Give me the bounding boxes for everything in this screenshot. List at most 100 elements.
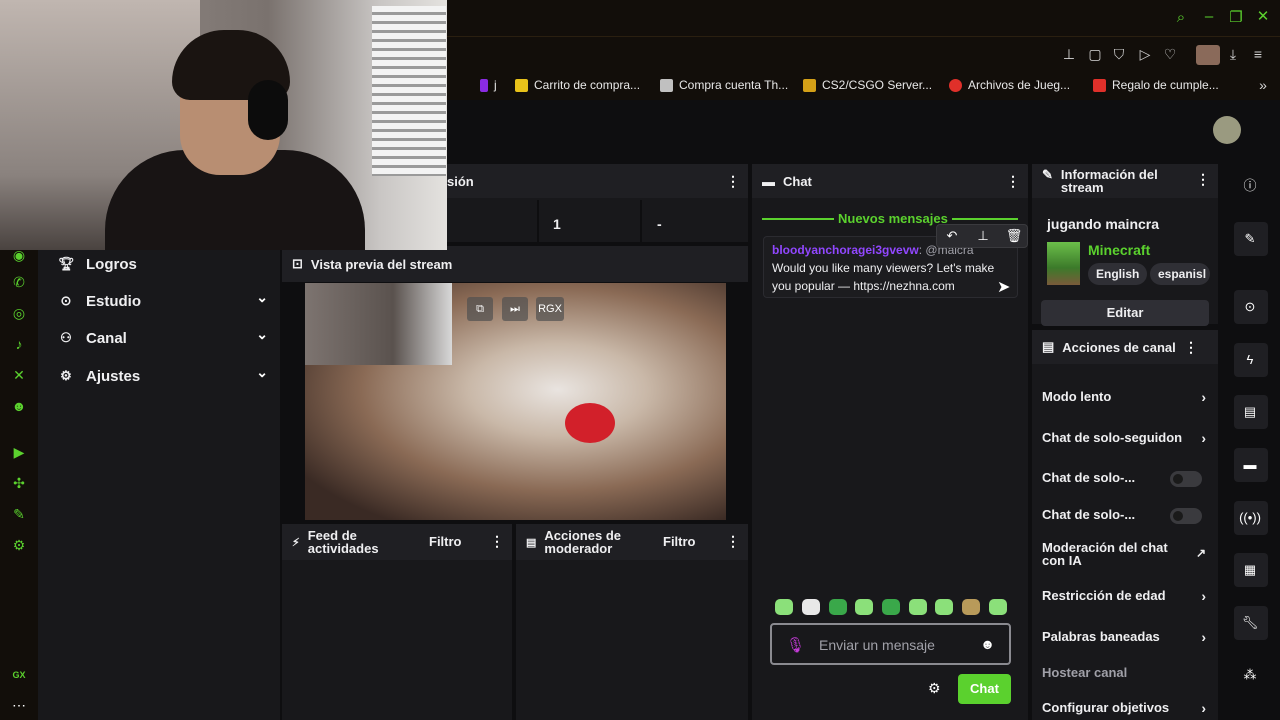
notes-icon[interactable]: ▤ <box>1239 401 1261 423</box>
more-options-icon[interactable]: ⋮ <box>726 173 740 190</box>
nav-label: Logros <box>86 255 137 273</box>
emote-icon[interactable] <box>909 599 927 615</box>
nav-item-estudio[interactable]: ⊙ Estudio ⌄ <box>58 289 268 313</box>
action-slow-mode[interactable]: Modo lento › <box>1042 389 1212 405</box>
bookmark[interactable]: Carrito de compra... <box>515 78 640 92</box>
heart-icon[interactable]: ♡ <box>1161 46 1179 63</box>
emote-icon[interactable] <box>802 599 820 615</box>
tag-badge[interactable]: English <box>1088 263 1148 285</box>
stream-preview-panel: ⊡ Vista previa del stream ⧉ ⏭ RGX <box>282 246 748 522</box>
popout-icon[interactable]: ⧉ <box>467 297 493 321</box>
nav-item-ajustes[interactable]: ⚙ Ajustes ⌄ <box>58 364 268 388</box>
extensions-icon[interactable]: ⁂ <box>1239 664 1261 686</box>
action-set-goals[interactable]: Configurar objetivos › <box>1042 700 1212 716</box>
activity-filter-button[interactable]: Filtro <box>429 534 462 549</box>
bookmark-icon[interactable]: ✎ <box>10 505 28 523</box>
doc-icon: ▤ <box>526 536 537 549</box>
rgx-button[interactable]: RGX <box>536 297 564 321</box>
layout-icon[interactable]: ▦ <box>1239 559 1261 581</box>
action-followers-only[interactable]: Chat de solo-seguidon › <box>1042 430 1212 446</box>
camera-icon[interactable]: ⊙ <box>1239 296 1261 318</box>
tag-badge[interactable]: espanisl <box>1150 263 1210 285</box>
bookmark[interactable]: Compra cuenta Th... <box>660 78 788 92</box>
emote-icon[interactable] <box>935 599 953 615</box>
nav-item-logros[interactable]: 🏆︎ Logros <box>58 252 268 276</box>
tiktok-icon[interactable]: ♪ <box>10 335 28 353</box>
chat-username[interactable]: bloodyanchoragei3gvevw <box>772 243 919 257</box>
edit-button[interactable]: Editar <box>1041 300 1209 326</box>
nav-item-canal[interactable]: ⚇ Canal ⌄ <box>58 326 268 350</box>
shield-icon[interactable]: ⛉ <box>1110 46 1128 63</box>
whatsapp-icon[interactable]: ✆ <box>10 273 28 291</box>
emote-icon[interactable] <box>962 599 980 615</box>
chat-send-button[interactable]: Chat <box>958 674 1011 704</box>
mod-filter-button[interactable]: Filtro <box>663 534 696 549</box>
reply-icon[interactable]: ↶ <box>943 228 961 244</box>
emote-icon[interactable] <box>882 599 900 615</box>
search-icon[interactable]: ⌕ <box>1172 9 1190 26</box>
instagram-icon[interactable]: ◎ <box>10 304 28 322</box>
pencil-icon[interactable]: ✎ <box>1239 228 1261 250</box>
play-icon[interactable]: ▷ <box>1136 46 1154 63</box>
bolt-icon[interactable]: ϟ <box>1239 349 1261 371</box>
action-age-restriction[interactable]: Restricción de edad › <box>1042 588 1212 604</box>
minimize-icon[interactable]: – <box>1200 8 1218 25</box>
external-link-icon: ↗ <box>1195 546 1206 560</box>
more-options-icon[interactable]: ⋮ <box>726 533 740 550</box>
action-chat-only-1[interactable]: Chat de solo-... <box>1042 470 1212 487</box>
emoji-icon[interactable]: ☻ <box>980 636 995 652</box>
extensions-icon[interactable]: ✣ <box>10 474 28 492</box>
discord-icon[interactable]: ☻ <box>10 397 28 415</box>
pin-icon[interactable]: ⊥ <box>1060 46 1078 63</box>
toggle-switch[interactable] <box>1170 508 1202 524</box>
emote-icon[interactable] <box>855 599 873 615</box>
more-options-icon[interactable]: ⋮ <box>1006 173 1020 190</box>
settings-icon[interactable]: ⚙ <box>10 536 28 554</box>
bookmarks-overflow-icon[interactable]: » <box>1254 77 1272 93</box>
broadcast-icon[interactable]: ((•)) <box>1239 507 1261 529</box>
more-icon[interactable]: ⋯ <box>10 696 28 714</box>
action-host-channel[interactable]: Hostear canal <box>1042 665 1212 680</box>
trophy-icon: 🏆︎ <box>58 256 75 271</box>
action-banned-words[interactable]: Palabras baneadas › <box>1042 629 1212 645</box>
maximize-icon[interactable]: ❐ <box>1227 8 1245 26</box>
skip-icon[interactable]: ⏭ <box>502 297 528 321</box>
bookmark[interactable]: Regalo de cumple... <box>1093 78 1219 92</box>
stream-video[interactable]: ⧉ ⏭ RGX <box>305 283 726 520</box>
chat-icon[interactable]: ▬ <box>1239 454 1261 476</box>
action-chat-only-2[interactable]: Chat de solo-... <box>1042 507 1212 524</box>
x-icon[interactable]: ✕ <box>10 366 28 384</box>
delete-icon[interactable]: 🗑︎ <box>1005 228 1023 244</box>
info-icon[interactable]: ⓘ <box>1239 175 1261 197</box>
toggle-switch[interactable] <box>1170 471 1202 487</box>
bookmark[interactable]: j <box>480 78 497 92</box>
menu-icon[interactable]: ≡ <box>1249 46 1267 62</box>
pin-icon[interactable]: ⊥ <box>974 228 992 244</box>
profile-avatar[interactable] <box>1196 45 1220 65</box>
bookmark-label: Compra cuenta Th... <box>679 78 789 92</box>
microphone-icon[interactable]: 🎙︎ <box>786 636 805 654</box>
studio-icon: ⊙ <box>60 293 72 308</box>
emote-icon[interactable] <box>989 599 1007 615</box>
user-avatar[interactable] <box>1213 116 1241 144</box>
action-ai-moderation[interactable]: Moderación del chat con IA ↗ <box>1042 541 1206 567</box>
chat-bubble-icon: ▬ <box>762 173 775 189</box>
session-stat-empty: - <box>657 216 662 232</box>
close-icon[interactable]: ✕ <box>1254 7 1272 25</box>
wrench-icon[interactable]: 🔧︎ <box>1239 612 1261 634</box>
chat-settings-icon[interactable]: ⚙ <box>928 680 941 697</box>
gx-logo[interactable]: GX <box>10 666 28 684</box>
player-icon[interactable]: ▶ <box>10 443 28 461</box>
emote-icon[interactable] <box>829 599 847 615</box>
game-name[interactable]: Minecraft <box>1088 242 1150 258</box>
bookmark[interactable]: Archivos de Jueg... <box>949 78 1070 92</box>
download-icon[interactable]: ⤓ <box>1224 46 1242 63</box>
chat-input[interactable]: 🎙︎ Enviar un mensaje ☻ <box>770 623 1011 665</box>
snapshot-icon[interactable]: ▢ <box>1086 46 1104 63</box>
more-options-icon[interactable]: ⋮ <box>1196 172 1210 186</box>
more-options-icon[interactable]: ⋮ <box>490 533 504 550</box>
nav-label: Estudio <box>86 292 141 310</box>
bookmark[interactable]: CS2/CSGO Server... <box>803 78 932 92</box>
more-options-icon[interactable]: ⋮ <box>1184 339 1198 356</box>
emote-icon[interactable] <box>775 599 793 615</box>
